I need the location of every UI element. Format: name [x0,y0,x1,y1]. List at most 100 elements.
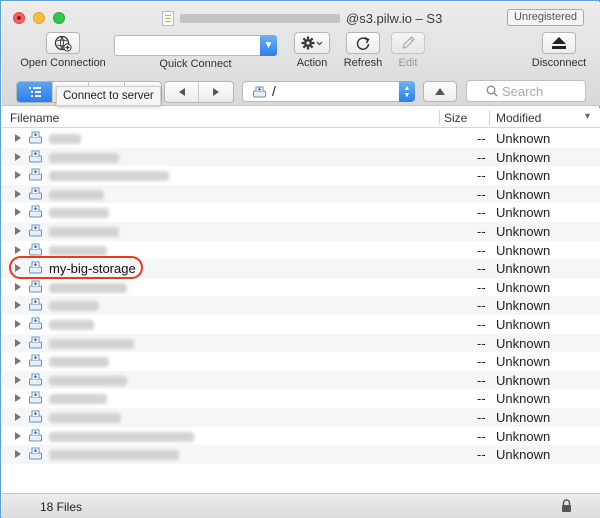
quick-connect-field[interactable]: ▼ [114,35,277,56]
file-modified: Unknown [496,447,551,463]
bucket-drive-icon [29,187,42,200]
redacted-file-name [49,357,109,368]
forward-arrow-icon[interactable] [199,82,233,102]
disclosure-triangle-icon[interactable] [15,189,21,198]
table-row[interactable]: -- Unknown [2,221,600,241]
history-nav-segmented[interactable] [164,81,234,103]
table-row[interactable]: -- Unknown [2,129,600,148]
lock-icon[interactable] [561,499,572,513]
disclosure-triangle-icon[interactable] [15,450,21,459]
updown-chevron-icon[interactable]: ▲ ▼ [399,81,415,102]
table-row[interactable]: my-big-storage -- Unknown [2,259,600,278]
file-size: -- [477,149,486,165]
file-modified: Unknown [496,186,551,202]
connect-to-server-tooltip: Connect to server [56,86,161,106]
search-field[interactable] [466,80,586,102]
path-selector[interactable]: / ▲ ▼ [242,81,415,102]
chevron-down-icon: ▾ [584,111,590,122]
window-title: @s3.pilw.io – S3 [162,9,442,27]
bucket-drive-icon [29,391,42,404]
column-divider[interactable] [439,110,440,125]
table-row[interactable]: -- Unknown [2,166,600,185]
table-row[interactable]: -- Unknown [2,352,600,371]
disclosure-triangle-icon[interactable] [15,301,21,310]
browser-view-icon[interactable] [17,82,53,102]
unregistered-badge[interactable]: Unregistered [507,9,584,26]
file-modified: Unknown [496,149,551,165]
disclosure-triangle-icon[interactable] [15,152,21,161]
open-connection-label: Open Connection [20,57,106,69]
file-modified: Unknown [496,205,551,221]
column-size[interactable]: Size [444,111,467,125]
column-divider[interactable] [489,110,490,125]
search-input[interactable] [502,83,582,99]
bucket-drive-icon [29,447,42,460]
table-row[interactable]: -- Unknown [2,333,600,353]
disclosure-triangle-icon[interactable] [15,208,21,217]
disclosure-triangle-icon[interactable] [15,338,21,347]
bucket-drive-icon [29,410,42,423]
disclosure-triangle-icon[interactable] [15,357,21,366]
refresh-button[interactable]: Refresh [344,32,382,69]
disclosure-triangle-icon[interactable] [15,431,21,440]
redacted-file-name [49,226,119,237]
disclosure-triangle-icon[interactable] [15,134,21,142]
table-row[interactable]: -- Unknown [2,315,600,334]
zoom-window-button[interactable] [53,12,65,24]
file-size: -- [477,205,486,221]
table-row[interactable]: -- Unknown [2,427,600,446]
disclosure-triangle-icon[interactable] [15,245,21,254]
file-name: my-big-storage [49,261,136,277]
table-row[interactable]: -- Unknown [2,184,600,204]
open-connection-button[interactable]: Open Connection [20,32,106,69]
table-row[interactable]: -- Unknown [2,278,600,297]
disclosure-triangle-icon[interactable] [15,412,21,421]
disclosure-triangle-icon[interactable] [15,319,21,328]
disclosure-triangle-icon[interactable] [15,375,21,384]
file-modified: Unknown [496,409,551,425]
action-button[interactable]: Action [294,32,330,69]
chevron-down-icon[interactable]: ▼ [260,35,277,56]
disclosure-triangle-icon[interactable] [15,171,21,180]
current-path: / [272,83,276,99]
disclosure-triangle-icon[interactable] [15,282,21,291]
file-size: -- [477,335,486,351]
table-row[interactable]: -- Unknown [2,407,600,427]
table-row[interactable]: -- Unknown [2,445,600,464]
file-modified: Unknown [496,261,551,277]
column-modified[interactable]: Modified [496,111,541,125]
disclosure-triangle-icon[interactable] [15,264,21,273]
table-row[interactable]: -- Unknown [2,241,600,260]
redacted-file-name [49,171,169,182]
close-window-button[interactable] [13,12,25,24]
back-arrow-icon[interactable] [165,82,199,102]
document-icon [162,10,174,26]
disclosure-triangle-icon[interactable] [15,394,21,403]
redacted-file-name [49,394,107,405]
redacted-title-part [180,13,340,23]
disconnect-button[interactable]: Disconnect [532,32,586,69]
action-label: Action [296,57,328,69]
edit-button[interactable]: Edit [391,32,425,69]
disclosure-triangle-icon[interactable] [15,226,21,235]
table-row[interactable]: -- Unknown [2,203,600,222]
bucket-drive-icon [29,336,42,349]
table-row[interactable]: -- Unknown [2,147,600,167]
gear-icon [294,32,330,54]
file-size: -- [477,447,486,463]
column-filename[interactable]: Filename [10,111,59,125]
table-row[interactable]: -- Unknown [2,389,600,408]
redacted-file-name [49,412,121,423]
table-row[interactable]: -- Unknown [2,296,600,315]
status-bar: 18 Files [2,493,600,518]
parent-directory-button[interactable] [423,81,457,102]
minimize-window-button[interactable] [33,12,45,24]
redacted-file-name [49,245,107,256]
bucket-drive-icon [29,261,42,274]
bucket-drive-icon [29,429,42,441]
table-row[interactable]: -- Unknown [2,370,600,390]
up-arrow-icon [435,88,445,95]
file-modified: Unknown [496,242,551,258]
file-modified: Unknown [496,279,551,295]
redacted-file-name [49,319,94,330]
